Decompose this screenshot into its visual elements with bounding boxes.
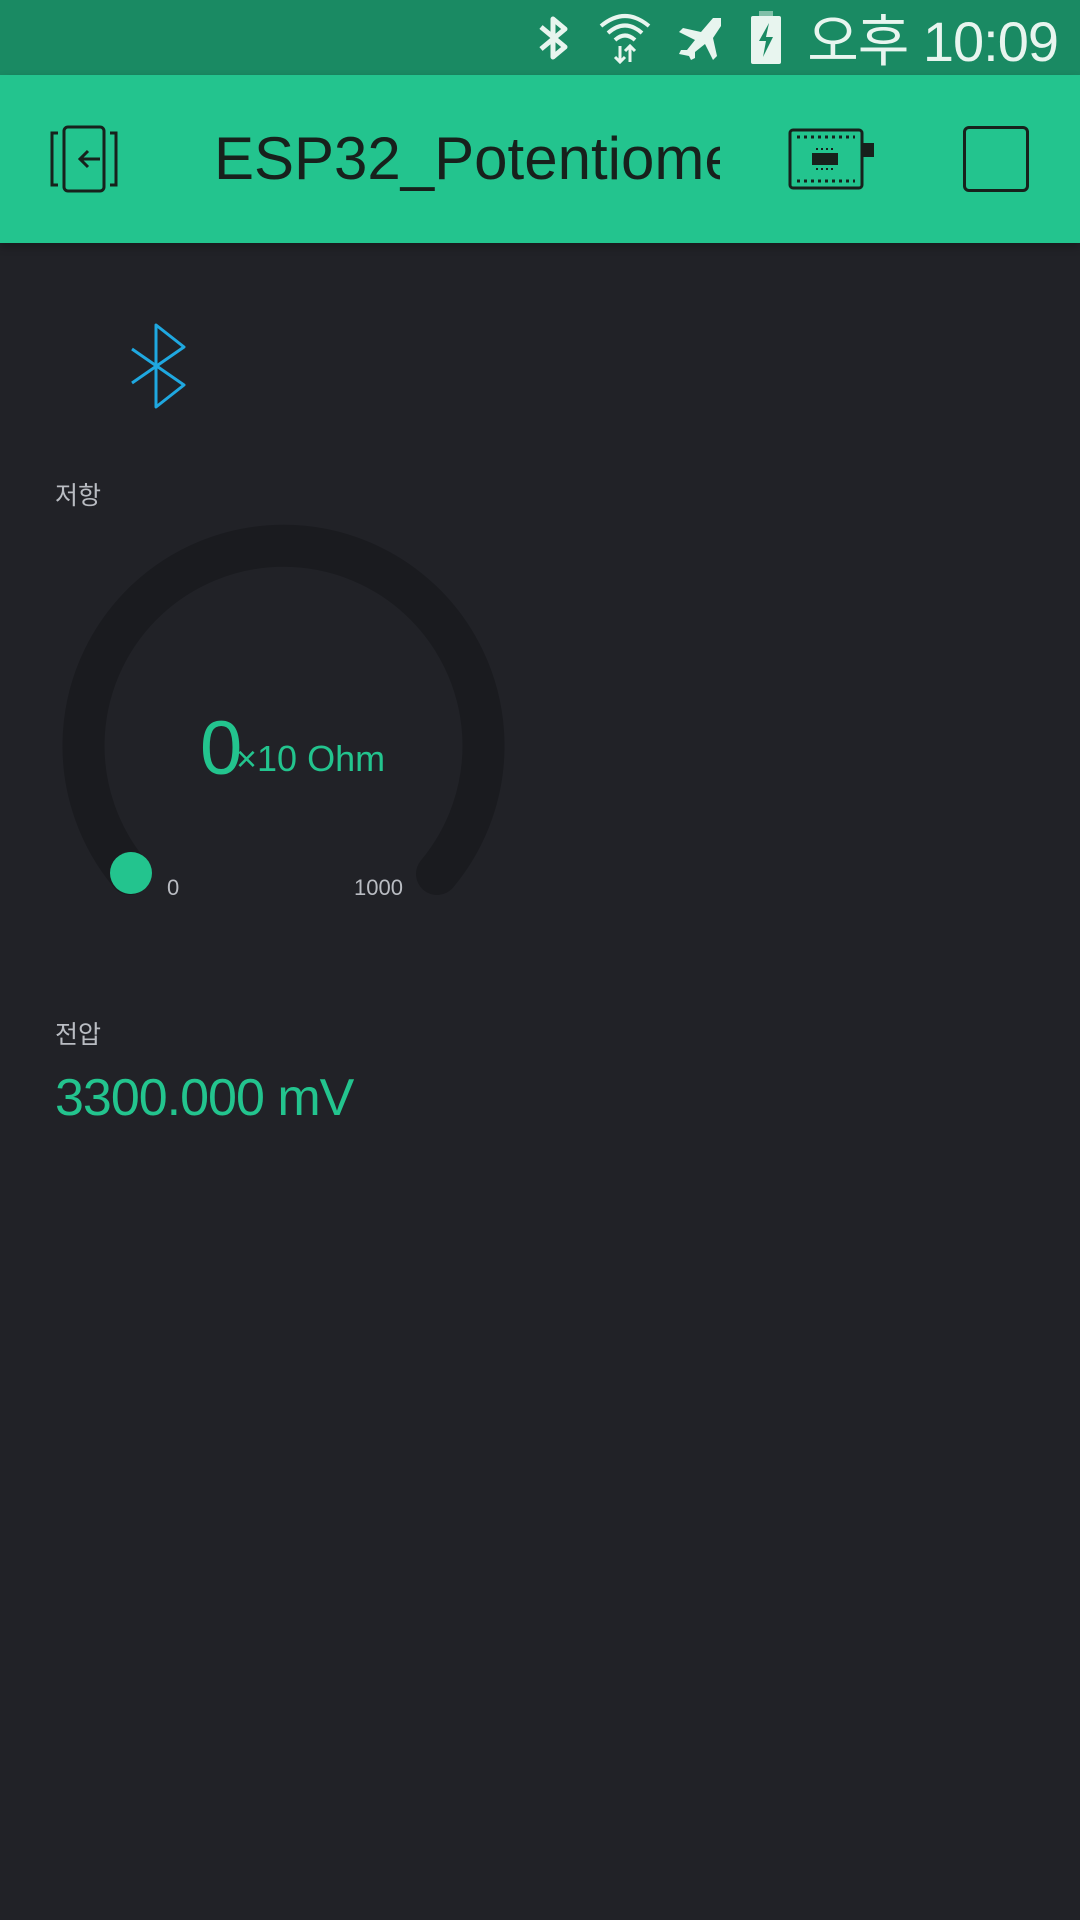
project-title: ESP32_Potentiometer xyxy=(214,125,720,192)
bluetooth-icon xyxy=(533,13,573,63)
gauge-min-label: 0 xyxy=(167,875,180,900)
stop-square-icon[interactable] xyxy=(963,126,1029,192)
status-bar: 오후 10:09 xyxy=(0,0,1080,75)
gauge-indicator xyxy=(110,852,152,894)
gauge-unit: ×10 Ohm xyxy=(236,738,386,779)
bluetooth-widget-icon[interactable] xyxy=(128,323,190,409)
gauge-max-label: 1000 xyxy=(354,875,403,900)
exit-icon[interactable] xyxy=(48,125,120,193)
voltage-value-display: 3300.000 mV xyxy=(55,1069,354,1127)
voltage-label: 전압 xyxy=(55,1020,102,1049)
airplane-mode-icon xyxy=(677,14,725,62)
wifi-icon xyxy=(597,12,653,64)
battery-charging-icon xyxy=(749,10,783,65)
device-board-icon[interactable] xyxy=(788,127,874,191)
app-bar: ESP32_Potentiometer xyxy=(0,75,1080,243)
resistance-gauge: 0 ×10 Ohm 0 1000 xyxy=(40,500,540,920)
clock: 오후 10:09 xyxy=(807,10,1059,73)
gauge-track xyxy=(62,524,505,895)
